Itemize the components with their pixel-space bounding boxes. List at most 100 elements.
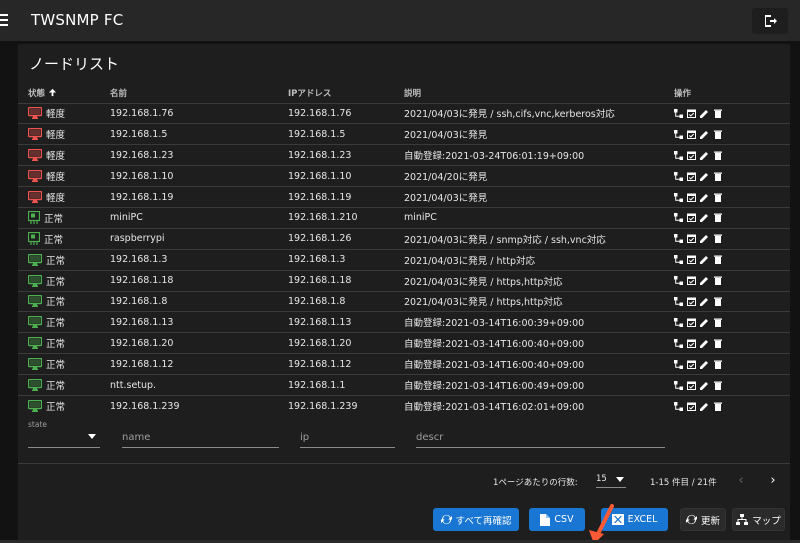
- status-badge: 正常: [28, 315, 110, 329]
- table-row[interactable]: 軽度 192.168.1.5 192.168.1.5 2021/04/03に発見: [18, 123, 790, 145]
- table-row[interactable]: 正常 raspberrypi 192.168.1.26 2021/04/03に発…: [18, 227, 790, 250]
- table-row[interactable]: 正常 192.168.1.8 192.168.1.8 2021/04/03に発見…: [18, 290, 790, 312]
- edit-icon[interactable]: [700, 172, 709, 181]
- refresh-button[interactable]: 更新: [680, 508, 726, 531]
- calendar-check-icon[interactable]: [687, 381, 696, 390]
- edit-icon[interactable]: [700, 130, 709, 139]
- table-row[interactable]: 正常 192.168.1.13 192.168.1.13 自動登録:2021-0…: [18, 311, 790, 333]
- table-row[interactable]: 正常 192.168.1.18 192.168.1.18 2021/04/03に…: [18, 269, 790, 292]
- edit-icon[interactable]: [700, 360, 709, 369]
- ip-filter-input[interactable]: ip: [300, 432, 309, 443]
- delete-icon[interactable]: [713, 172, 722, 181]
- polling-icon[interactable]: [674, 255, 683, 265]
- polling-icon[interactable]: [674, 317, 683, 327]
- header-state[interactable]: 状態: [18, 83, 110, 103]
- polling-icon[interactable]: [674, 129, 683, 139]
- table-row[interactable]: 正常 miniPC 192.168.1.210 miniPC: [18, 206, 790, 229]
- edit-icon[interactable]: [700, 151, 709, 160]
- table-row[interactable]: 正常 192.168.1.239 192.168.1.239 自動登録:2021…: [18, 394, 790, 417]
- edit-icon[interactable]: [700, 339, 709, 348]
- calendar-check-icon[interactable]: [687, 318, 696, 327]
- table-row[interactable]: 正常 192.168.1.3 192.168.1.3 2021/04/03に発見…: [18, 248, 790, 271]
- row-actions: [674, 192, 790, 202]
- calendar-check-icon[interactable]: [687, 151, 696, 160]
- table-row[interactable]: 正常 192.168.1.20 192.168.1.20 自動登録:2021-0…: [18, 332, 790, 354]
- table-row[interactable]: 正常 192.168.1.12 192.168.1.12 自動登録:2021-0…: [18, 353, 790, 375]
- edit-icon[interactable]: [700, 234, 709, 244]
- table-row[interactable]: 正常 ntt.setup. 192.168.1.1 自動登録:2021-03-1…: [18, 374, 790, 396]
- polling-icon[interactable]: [674, 276, 683, 286]
- calendar-check-icon[interactable]: [687, 213, 696, 223]
- rows-per-page-select[interactable]: 15: [596, 474, 626, 488]
- table-row[interactable]: 軽度 192.168.1.19 192.168.1.19 2021/04/03に…: [18, 186, 790, 208]
- table-row[interactable]: 軽度 192.168.1.10 192.168.1.10 2021/04/20に…: [18, 165, 790, 187]
- edit-icon[interactable]: [700, 318, 709, 327]
- map-button[interactable]: マップ: [732, 508, 785, 531]
- menu-icon[interactable]: [0, 14, 8, 26]
- delete-icon[interactable]: [713, 297, 722, 306]
- edit-icon[interactable]: [700, 213, 709, 223]
- delete-icon[interactable]: [713, 255, 722, 265]
- node-ip: 192.168.1.12: [288, 353, 404, 375]
- delete-icon[interactable]: [713, 213, 722, 223]
- delete-icon[interactable]: [713, 109, 722, 118]
- polling-icon[interactable]: [674, 108, 683, 118]
- name-filter-input[interactable]: name: [122, 432, 150, 443]
- polling-icon[interactable]: [674, 192, 683, 202]
- delete-icon[interactable]: [713, 234, 722, 244]
- edit-icon[interactable]: [700, 193, 709, 202]
- calendar-check-icon[interactable]: [687, 255, 696, 265]
- node-ip: 192.168.1.10: [288, 165, 404, 187]
- polling-icon[interactable]: [674, 150, 683, 160]
- polling-icon[interactable]: [674, 359, 683, 369]
- edit-icon[interactable]: [700, 276, 709, 286]
- edit-icon[interactable]: [700, 109, 709, 118]
- calendar-check-icon[interactable]: [687, 193, 696, 202]
- refresh-icon: [440, 514, 452, 525]
- delete-icon[interactable]: [713, 360, 722, 369]
- polling-icon[interactable]: [674, 213, 683, 223]
- calendar-check-icon[interactable]: [687, 172, 696, 181]
- delete-icon[interactable]: [713, 193, 722, 202]
- recheck-all-button[interactable]: すべて再確認: [433, 508, 519, 531]
- calendar-check-icon[interactable]: [687, 276, 696, 286]
- delete-icon[interactable]: [713, 318, 722, 327]
- delete-icon[interactable]: [713, 130, 722, 139]
- polling-icon[interactable]: [674, 380, 683, 390]
- calendar-check-icon[interactable]: [687, 109, 696, 118]
- calendar-check-icon[interactable]: [687, 339, 696, 348]
- next-page-button[interactable]: ›: [766, 474, 780, 490]
- header-descr[interactable]: 説明: [404, 83, 674, 103]
- csv-button[interactable]: CSV: [529, 508, 585, 531]
- edit-icon[interactable]: [700, 255, 709, 265]
- state-dropdown-icon[interactable]: [88, 434, 96, 439]
- polling-icon[interactable]: [674, 401, 683, 411]
- polling-icon[interactable]: [674, 171, 683, 181]
- row-actions: [674, 380, 790, 390]
- table-row[interactable]: 軽度 192.168.1.23 192.168.1.23 自動登録:2021-0…: [18, 144, 790, 166]
- table-row[interactable]: 軽度 192.168.1.76 192.168.1.76 2021/04/03に…: [18, 102, 790, 124]
- edit-icon[interactable]: [700, 297, 709, 306]
- edit-icon[interactable]: [700, 381, 709, 390]
- header-ip[interactable]: IPアドレス: [288, 83, 404, 103]
- state-filter-select[interactable]: [28, 447, 100, 448]
- calendar-check-icon[interactable]: [687, 360, 696, 369]
- polling-icon[interactable]: [674, 296, 683, 306]
- calendar-check-icon[interactable]: [687, 402, 696, 411]
- polling-icon[interactable]: [674, 234, 683, 244]
- descr-filter-input[interactable]: descr: [416, 432, 443, 443]
- calendar-check-icon[interactable]: [687, 234, 696, 244]
- node-ip: 192.168.1.239: [288, 394, 404, 417]
- logout-button[interactable]: [752, 8, 788, 34]
- prev-page-button[interactable]: ‹: [734, 474, 748, 490]
- calendar-check-icon[interactable]: [687, 130, 696, 139]
- delete-icon[interactable]: [713, 339, 722, 348]
- edit-icon[interactable]: [700, 402, 709, 411]
- delete-icon[interactable]: [713, 276, 722, 286]
- delete-icon[interactable]: [713, 151, 722, 160]
- calendar-check-icon[interactable]: [687, 297, 696, 306]
- delete-icon[interactable]: [713, 381, 722, 390]
- polling-icon[interactable]: [674, 338, 683, 348]
- delete-icon[interactable]: [713, 402, 722, 411]
- header-name[interactable]: 名前: [110, 83, 288, 103]
